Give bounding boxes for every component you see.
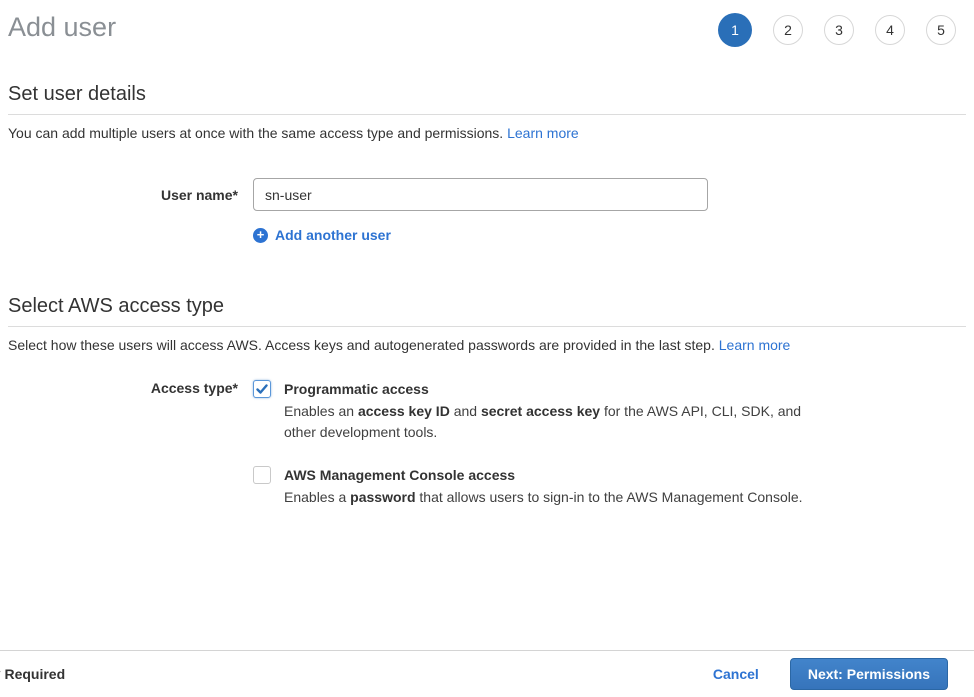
desc-text: that allows users to sign-in to the AWS … xyxy=(416,489,803,505)
set-user-details-heading: Set user details xyxy=(8,82,966,115)
access-type-learn-more-link[interactable]: Learn more xyxy=(719,337,791,353)
next-permissions-button[interactable]: Next: Permissions xyxy=(790,658,948,690)
select-access-type-heading: Select AWS access type xyxy=(8,294,966,327)
add-another-user-link[interactable]: + Add another user xyxy=(253,227,391,243)
user-details-description: You can add multiple users at once with … xyxy=(8,125,966,142)
step-2: 2 xyxy=(773,15,803,45)
footer-actions: Cancel Next: Permissions xyxy=(713,658,948,690)
username-input[interactable] xyxy=(253,178,708,211)
step-4: 4 xyxy=(875,15,905,45)
console-access-option: AWS Management Console access Enables a … xyxy=(253,466,806,508)
programmatic-access-desc: Enables an access key ID and secret acce… xyxy=(284,401,806,443)
username-row: User name* xyxy=(8,178,966,211)
desc-bold-text: secret access key xyxy=(481,403,600,419)
console-access-text: AWS Management Console access Enables a … xyxy=(284,466,806,508)
desc-bold-text: access key ID xyxy=(358,403,450,419)
step-3: 3 xyxy=(824,15,854,45)
desc-text: Enables a xyxy=(284,489,350,505)
access-type-label: Access type* xyxy=(8,380,253,396)
access-type-row: Access type* Programmatic access Enables… xyxy=(8,380,966,508)
select-access-type-section: Select AWS access type Select how these … xyxy=(8,294,966,508)
page-header: Add user 1 2 3 4 5 xyxy=(0,0,974,47)
plus-circle-icon: + xyxy=(253,228,268,243)
console-access-checkbox[interactable] xyxy=(253,466,271,484)
add-another-user-label: Add another user xyxy=(275,227,391,243)
programmatic-access-title: Programmatic access xyxy=(284,380,806,398)
username-label: User name* xyxy=(8,187,253,203)
required-label: Required xyxy=(4,666,65,682)
step-5: 5 xyxy=(926,15,956,45)
user-details-description-text: You can add multiple users at once with … xyxy=(8,125,503,141)
wizard-step-indicator: 1 2 3 4 5 xyxy=(718,13,956,47)
checkmark-icon xyxy=(256,383,268,395)
console-access-desc: Enables a password that allows users to … xyxy=(284,487,806,508)
programmatic-access-text: Programmatic access Enables an access ke… xyxy=(284,380,806,443)
user-details-learn-more-link[interactable]: Learn more xyxy=(507,125,579,141)
desc-text: Enables an xyxy=(284,403,358,419)
access-type-options: Programmatic access Enables an access ke… xyxy=(253,380,806,508)
add-another-user-row: + Add another user xyxy=(253,226,966,244)
page-title: Add user xyxy=(8,12,116,42)
access-type-description-text: Select how these users will access AWS. … xyxy=(8,337,715,353)
desc-bold-text: password xyxy=(350,489,415,505)
wizard-footer: *Required Cancel Next: Permissions xyxy=(0,650,974,697)
console-access-title: AWS Management Console access xyxy=(284,466,806,484)
set-user-details-section: Set user details You can add multiple us… xyxy=(8,82,966,244)
programmatic-access-checkbox[interactable] xyxy=(253,380,271,398)
cancel-button[interactable]: Cancel xyxy=(713,666,759,682)
desc-text: and xyxy=(450,403,481,419)
required-note: *Required xyxy=(8,666,65,682)
programmatic-access-option: Programmatic access Enables an access ke… xyxy=(253,380,806,443)
step-1: 1 xyxy=(718,13,752,47)
access-type-description: Select how these users will access AWS. … xyxy=(8,337,966,354)
